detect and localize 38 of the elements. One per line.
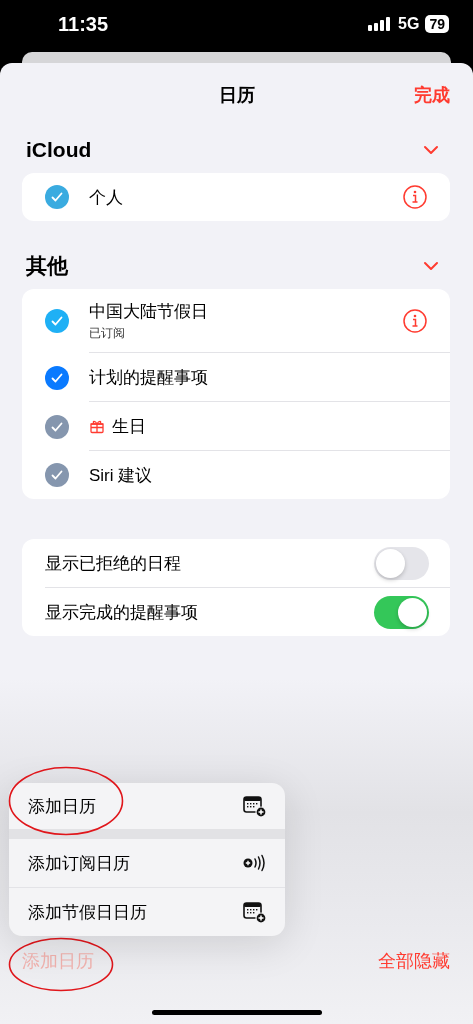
gift-icon: [89, 418, 105, 434]
checkbox[interactable]: [45, 309, 69, 333]
signal-icon: [368, 17, 393, 31]
calendar-name: 计划的提醒事项: [89, 366, 208, 389]
network-label: 5G: [398, 15, 420, 33]
checkbox[interactable]: [45, 185, 69, 209]
toggle-switch[interactable]: [374, 546, 429, 580]
sheet-title: 日历: [218, 84, 255, 107]
calendar-name: 个人: [89, 186, 123, 209]
section-title: iCloud: [26, 138, 92, 162]
section-title: 其他: [26, 253, 68, 279]
battery-indicator: 79: [425, 15, 449, 33]
checkbox[interactable]: [45, 463, 69, 487]
menu-item[interactable]: 添加日历: [9, 783, 285, 839]
checkmark-icon: [51, 316, 63, 326]
checkbox[interactable]: [45, 365, 69, 390]
calendar-name: Siri 建议: [89, 464, 153, 487]
collapse-toggle[interactable]: [423, 145, 439, 155]
checkmark-icon: [51, 470, 63, 480]
calendar-add-icon: [243, 900, 267, 924]
calendar-subtitle: 已订阅: [89, 324, 126, 342]
menu-item[interactable]: 添加订阅日历: [9, 839, 285, 888]
checkbox[interactable]: [45, 414, 69, 439]
calendar-add-icon: [243, 794, 267, 818]
setting-label: 显示完成的提醒事项: [45, 601, 198, 624]
checkmark-icon: [51, 192, 63, 202]
broadcast-add-icon: [243, 854, 267, 872]
info-icon[interactable]: [403, 185, 427, 209]
menu-item[interactable]: 添加节假日日历: [9, 888, 285, 936]
calendar-name: 中国大陆节假日: [89, 300, 208, 323]
toggle-switch[interactable]: [374, 595, 429, 629]
calendar-name: 生日: [112, 415, 146, 438]
info-icon[interactable]: [403, 308, 427, 333]
clock-time: 11:35: [58, 12, 109, 36]
setting-label: 显示已拒绝的日程: [45, 552, 181, 575]
checkmark-icon: [51, 421, 63, 432]
checkmark-icon: [51, 372, 63, 383]
collapse-toggle[interactable]: [423, 261, 439, 271]
